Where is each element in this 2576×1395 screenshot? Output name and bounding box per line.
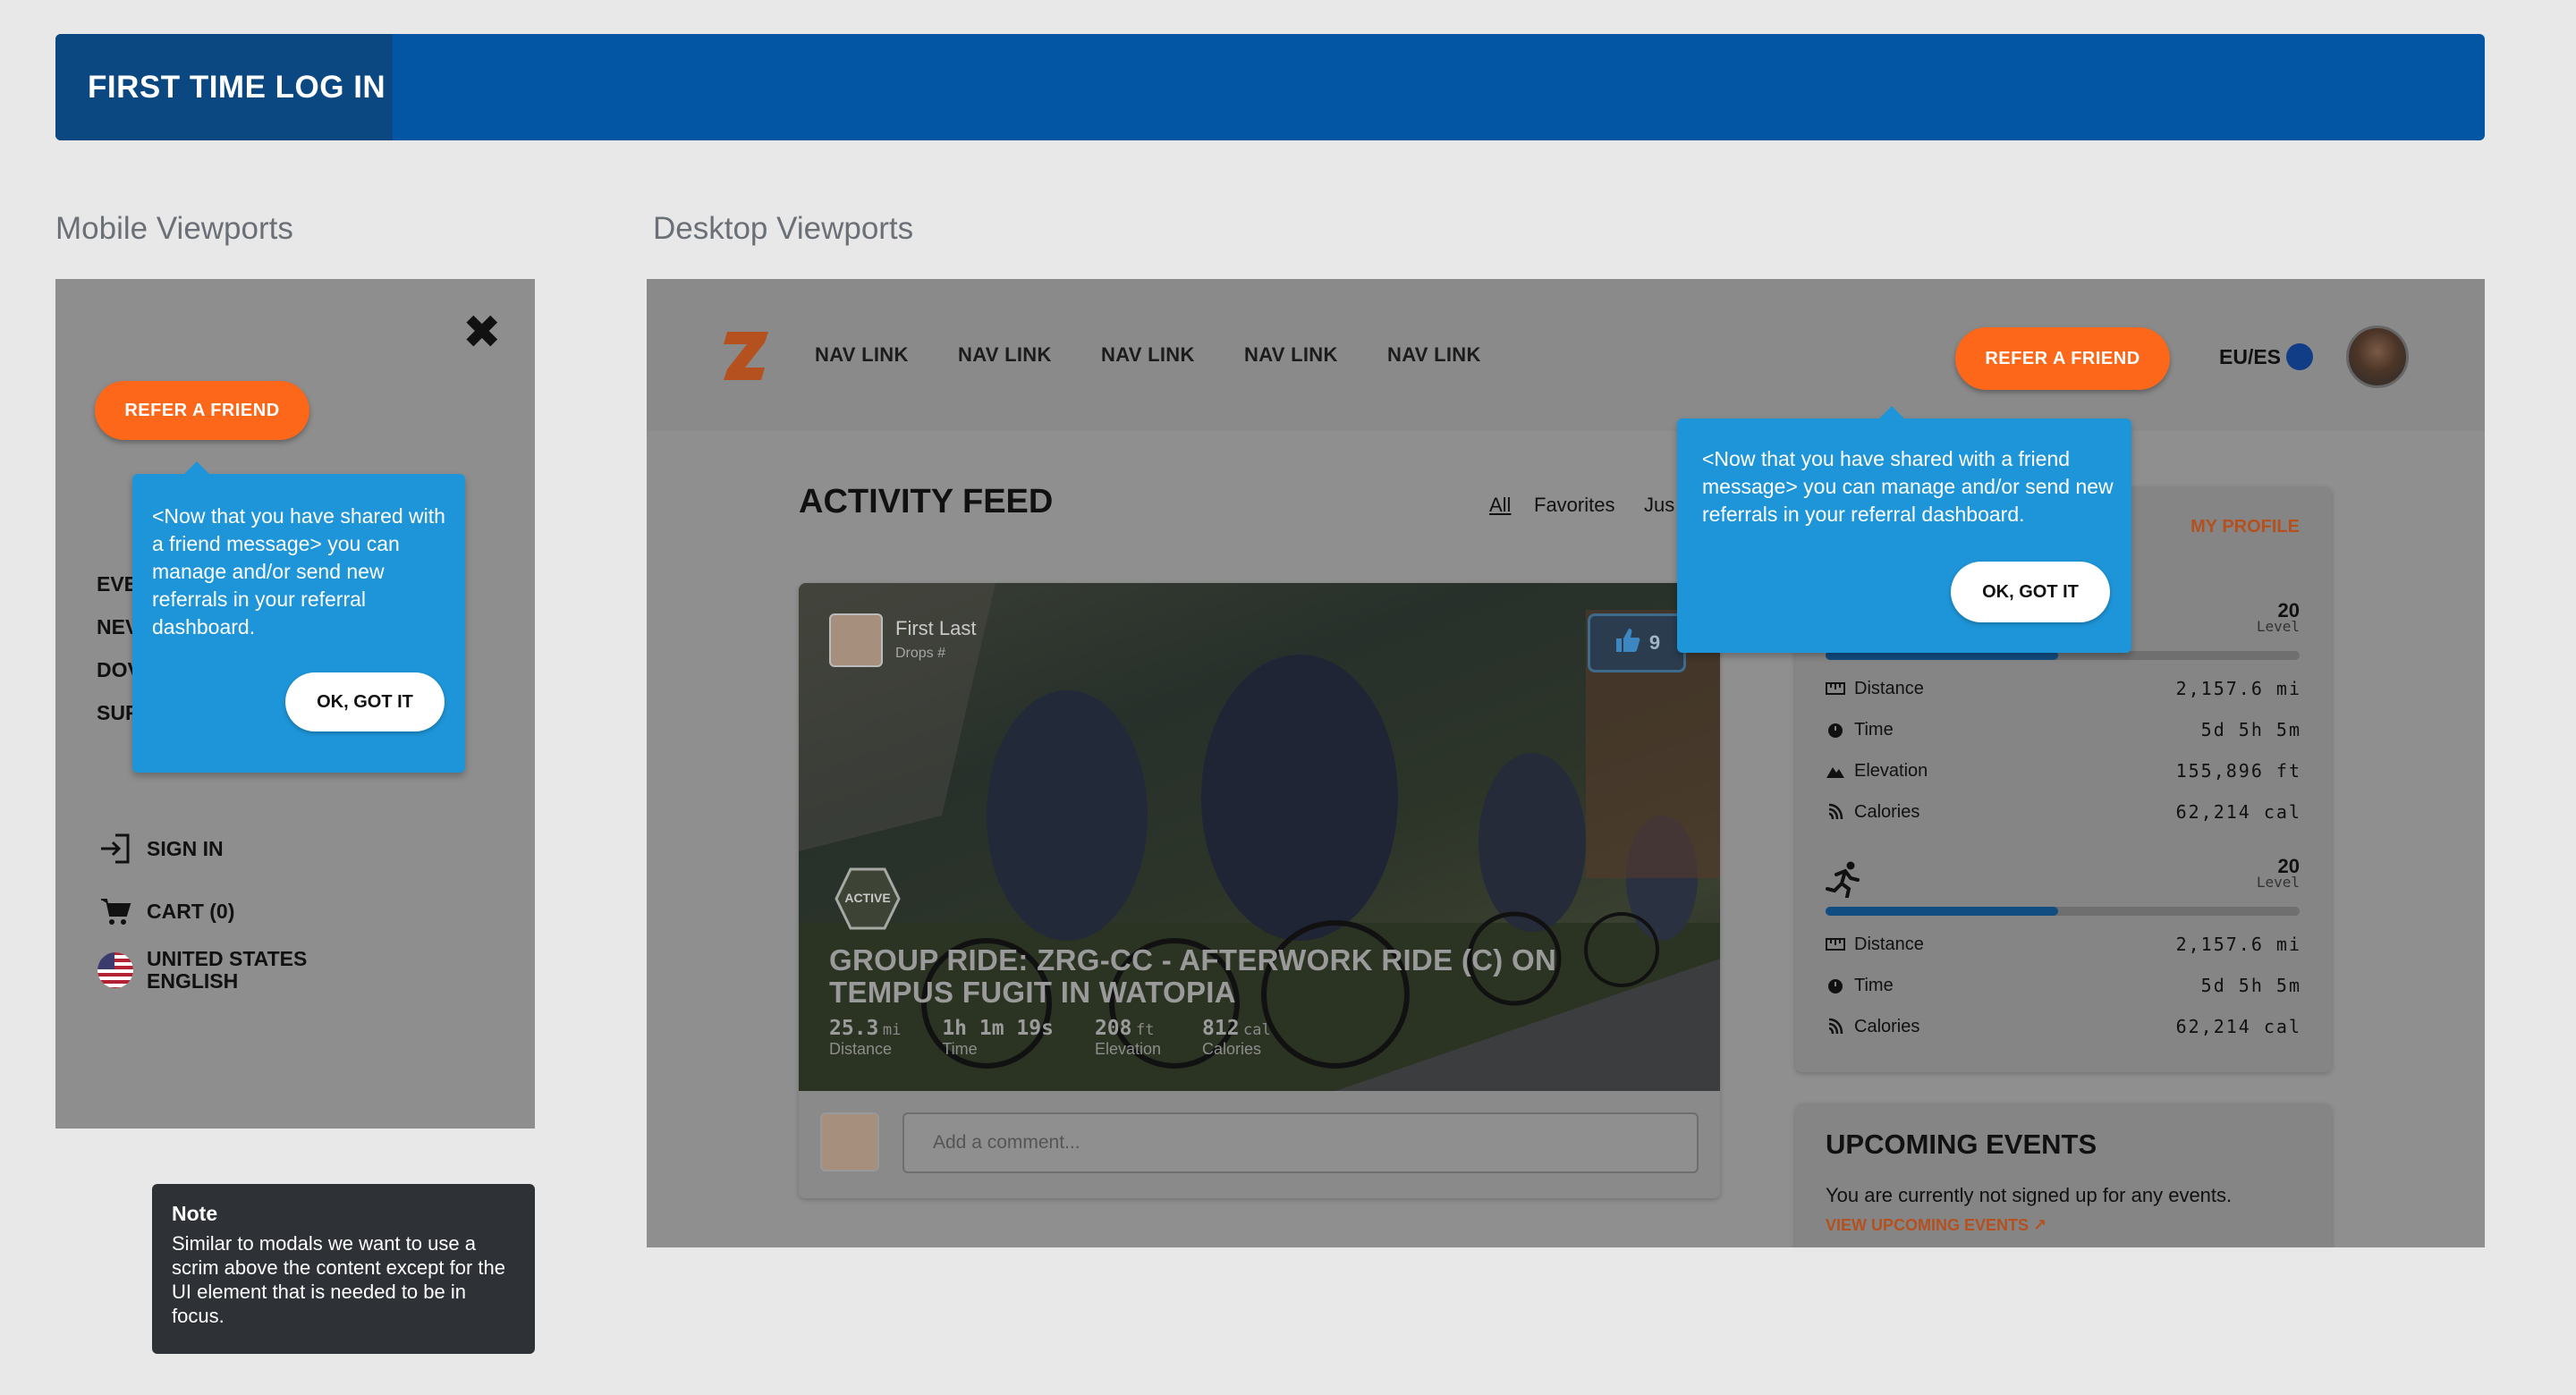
time-icon xyxy=(1826,976,1845,995)
activity-user-name[interactable]: First Last xyxy=(895,617,976,640)
running-stat-distance: Distance 2,157.6 mi xyxy=(1826,934,2301,955)
mobile-section-title: Mobile Viewports xyxy=(55,211,293,246)
desktop-viewport: NAV LINK NAV LINK NAV LINK NAV LINK NAV … xyxy=(647,279,2485,1247)
my-profile-link[interactable]: MY PROFILE xyxy=(2190,517,2300,537)
tooltip-message: <Now that you have shared with a friend … xyxy=(1702,447,2114,526)
commenter-avatar xyxy=(820,1112,879,1171)
upcoming-events-title: UPCOMING EVENTS xyxy=(1826,1129,2097,1160)
region-label: EU/ES xyxy=(2219,344,2282,368)
mobile-refer-friend-button[interactable]: REFER A FRIEND xyxy=(95,381,309,440)
activity-card: First Last Drops # 9 ACTIVE GROUP RIDE: … xyxy=(799,583,1720,1198)
desktop-referral-tooltip: <Now that you have shared with a friend … xyxy=(1677,406,2131,653)
nav-link[interactable]: NAV LINK xyxy=(1387,343,1481,367)
language-label: ENGLISH xyxy=(147,969,239,993)
calories-icon xyxy=(1826,1017,1845,1036)
running-level-label: Level xyxy=(2256,874,2300,891)
note-card: Note Similar to modals we want to use a … xyxy=(152,1184,535,1354)
mobile-viewport: ✖ REFER A FRIEND EVE NEV DOV SUF <Now th… xyxy=(55,279,535,1129)
eu-flag-icon xyxy=(2286,343,2314,370)
active-badge: ACTIVE xyxy=(835,867,901,930)
running-level-number: 20 xyxy=(2277,855,2300,877)
activity-user-sub: Drops # xyxy=(895,646,946,661)
distance-icon xyxy=(1826,679,1845,698)
sign-in-icon xyxy=(97,830,134,867)
ok-got-it-button[interactable]: OK, GOT IT xyxy=(1951,562,2110,622)
upcoming-events-text: You are currently not signed up for any … xyxy=(1826,1184,2233,1206)
cycling-stat-time: Time 5d 5h 5m xyxy=(1826,719,2301,740)
running-stat-time: Time 5d 5h 5m xyxy=(1826,975,2301,996)
nav-link[interactable]: NAV LINK xyxy=(1101,343,1195,367)
thumbs-up-icon xyxy=(1614,627,1640,659)
time-icon xyxy=(1826,720,1845,740)
running-progress-fill xyxy=(1826,907,2058,916)
cycling-stat-distance: Distance 2,157.6 mi xyxy=(1826,678,2301,699)
tooltip-message: <Now that you have shared with a friend … xyxy=(152,504,445,638)
nav-link[interactable]: NAV LINK xyxy=(958,343,1052,367)
note-title: Note xyxy=(172,1202,218,1225)
nav-link[interactable]: NAV LINK xyxy=(815,343,909,367)
cart-icon xyxy=(97,892,134,930)
zwift-logo[interactable] xyxy=(722,328,772,388)
cart-label: CART (0) xyxy=(147,899,235,923)
cycling-stat-elevation: Elevation 155,896 ft xyxy=(1826,760,2301,782)
running-progress-bar xyxy=(1826,907,2300,916)
close-icon[interactable]: ✖ xyxy=(462,309,502,356)
top-banner: FIRST TIME LOG IN xyxy=(55,34,2485,140)
ok-got-it-button[interactable]: OK, GOT IT xyxy=(285,672,445,731)
activity-stats: 25.3 mi Distance 1h 1m 19s Time 208 ft Elev… xyxy=(829,1017,1271,1059)
user-avatar[interactable] xyxy=(2346,326,2409,388)
desktop-header xyxy=(647,279,2485,431)
active-badge-label: ACTIVE xyxy=(844,891,891,905)
activity-stat-distance: 25.3 mi Distance xyxy=(829,1017,902,1058)
filter-all[interactable]: All xyxy=(1489,494,1511,517)
activity-title[interactable]: GROUP RIDE: ZRG-CC - AFTERWORK RIDE (C) … xyxy=(829,944,1556,1009)
running-icon xyxy=(1826,860,1863,902)
calories-icon xyxy=(1826,802,1845,822)
upcoming-events-card: UPCOMING EVENTS You are currently not si… xyxy=(1795,1103,2332,1247)
page-tab-title: FIRST TIME LOG IN xyxy=(55,34,393,140)
activity-stat-calories: 812 cal Calories xyxy=(1202,1017,1271,1058)
country-label: UNITED STATES xyxy=(147,947,308,970)
running-stat-calories: Calories 62,214 cal xyxy=(1826,1016,2301,1037)
desktop-refer-friend-button[interactable]: REFER A FRIEND xyxy=(1955,327,2170,390)
like-button[interactable]: 9 xyxy=(1588,613,1686,672)
activity-feed-title: ACTIVITY FEED xyxy=(799,483,1054,520)
desktop-section-title: Desktop Viewports xyxy=(653,211,914,246)
view-upcoming-events-link[interactable]: VIEW UPCOMING EVENTS ↗ xyxy=(1826,1216,2046,1235)
nav-link[interactable]: NAV LINK xyxy=(1244,343,1338,367)
distance-icon xyxy=(1826,934,1845,954)
activity-stat-time: 1h 1m 19s Time xyxy=(942,1017,1054,1058)
like-count: 9 xyxy=(1648,631,1661,654)
note-body: Similar to modals we want to use a scrim… xyxy=(172,1232,505,1327)
cart-link[interactable]: CART (0) xyxy=(97,892,234,930)
cycling-stat-calories: Calories 62,214 cal xyxy=(1826,801,2301,823)
filter-just-me[interactable]: Jus xyxy=(1644,494,1674,517)
cycling-level: 20 Level xyxy=(2256,599,2300,635)
activity-user-avatar[interactable] xyxy=(829,613,883,667)
region-selector[interactable]: EU/ES xyxy=(2219,343,2314,370)
comment-input[interactable]: Add a comment... xyxy=(902,1112,1699,1173)
cycling-level-label: Level xyxy=(2256,618,2300,635)
activity-stat-elevation: 208 ft Elevation xyxy=(1094,1017,1162,1058)
filter-favorites[interactable]: Favorites xyxy=(1534,494,1614,517)
mobile-referral-tooltip: <Now that you have shared with a friend … xyxy=(132,461,465,773)
sign-in-link[interactable]: SIGN IN xyxy=(97,830,224,867)
activity-image[interactable]: First Last Drops # 9 ACTIVE GROUP RIDE: … xyxy=(799,583,1720,1091)
locale-selector[interactable]: UNITED STATES ENGLISH xyxy=(97,948,307,993)
sign-in-label: SIGN IN xyxy=(147,836,224,860)
running-level: 20 Level xyxy=(2256,855,2300,891)
cycling-level-number: 20 xyxy=(2277,599,2300,621)
elevation-icon xyxy=(1826,761,1845,781)
us-flag-icon xyxy=(97,951,134,989)
